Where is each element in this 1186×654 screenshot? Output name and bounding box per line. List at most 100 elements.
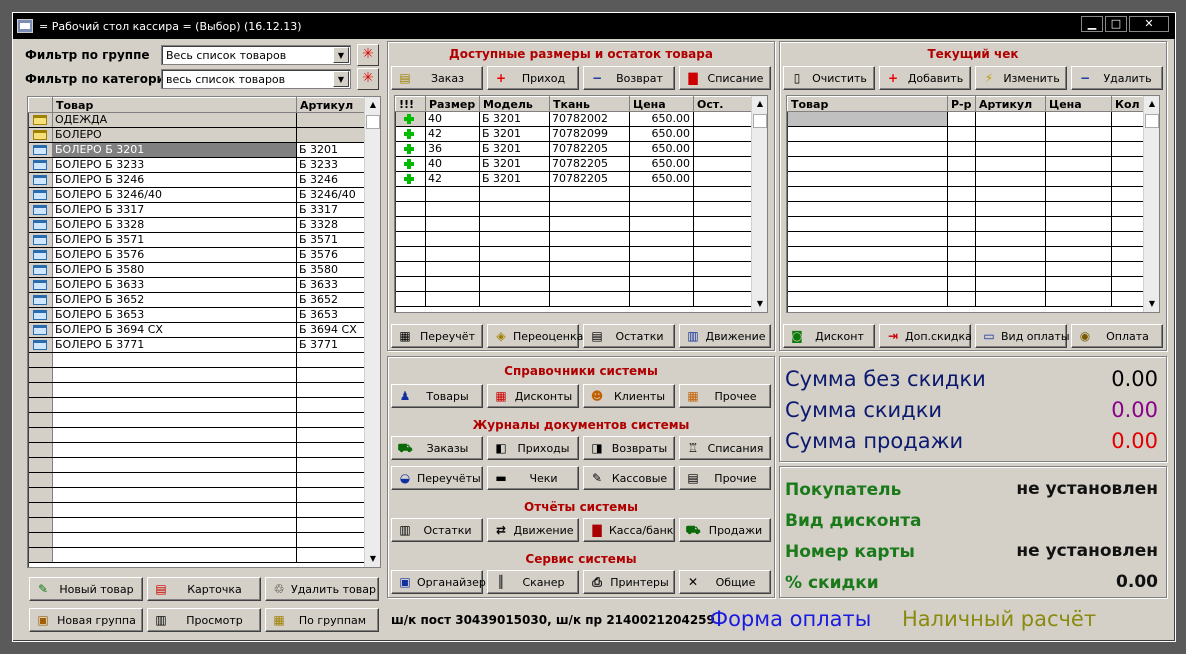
goods-article-cell[interactable] (296, 127, 367, 143)
size-size-cell[interactable] (425, 216, 480, 232)
size-size-cell[interactable]: 42 (425, 126, 480, 142)
goods-ref-button[interactable]: ♟ Товары (391, 384, 483, 408)
size-price-cell[interactable] (629, 261, 694, 277)
receipt-cell[interactable] (1111, 126, 1146, 142)
table-row[interactable]: БОЛЕРО Б 3771 Б 3771 (28, 337, 367, 353)
goods-name-cell[interactable]: БОЛЕРО Б 3633 (52, 277, 297, 293)
table-row[interactable] (28, 352, 367, 368)
scroll-thumb[interactable] (753, 114, 767, 128)
table-row[interactable] (787, 111, 1146, 127)
goods-name-cell[interactable] (52, 502, 297, 518)
size-fabric-cell[interactable] (549, 186, 630, 202)
size-rest-cell[interactable] (693, 216, 754, 232)
goods-name-cell[interactable] (52, 352, 297, 368)
size-size-cell[interactable]: 40 (425, 111, 480, 127)
receipt-item-header[interactable]: Товар (787, 96, 948, 112)
receipt-qty-header[interactable]: Кол (1111, 96, 1146, 112)
receipt-cell[interactable] (975, 171, 1046, 187)
receipt-cell[interactable] (1111, 201, 1146, 217)
table-row[interactable]: БОЛЕРО Б 3571 Б 3571 (28, 232, 367, 248)
receipt-cell[interactable] (787, 216, 948, 232)
goods-article-cell[interactable]: Б 3633 (296, 277, 367, 293)
scroll-down-icon[interactable]: ▼ (365, 551, 380, 567)
size-fabric-cell[interactable] (549, 261, 630, 277)
table-row[interactable] (395, 216, 754, 232)
size-rest-cell[interactable] (693, 111, 754, 127)
receipt-cell[interactable] (975, 141, 1046, 157)
goods-name-cell[interactable] (52, 547, 297, 563)
close-button[interactable]: ✕ (1129, 16, 1169, 32)
new-item-button[interactable]: ✎ Новый товар (29, 577, 143, 601)
table-row[interactable] (787, 231, 1146, 247)
goods-article-cell[interactable] (296, 517, 367, 533)
goods-article-cell[interactable]: Б 3694 СХ (296, 322, 367, 338)
receipt-cell[interactable] (787, 171, 948, 187)
receipt-cell[interactable] (787, 126, 948, 142)
rest-header[interactable]: Ост. (693, 96, 754, 112)
size-size-cell[interactable]: 36 (425, 141, 480, 157)
group-filter-select[interactable]: Весь список товаров ▼ (161, 45, 351, 65)
returns-journal-button[interactable]: ◨ Возвраты (583, 436, 675, 460)
table-row[interactable] (787, 276, 1146, 292)
goods-name-cell[interactable]: БОЛЕРО Б 3653 (52, 307, 297, 323)
writeoff-button[interactable]: ▇ Списание (679, 66, 771, 90)
cashbank-report-button[interactable]: ▇ Касса/банк (583, 518, 675, 542)
table-row[interactable]: 40 Б 3201 70782205 650.00 (395, 156, 754, 172)
receipt-cell[interactable] (1045, 201, 1112, 217)
receipt-cell[interactable] (947, 171, 976, 187)
size-model-cell[interactable] (479, 276, 550, 292)
writeoffs-journal-button[interactable]: ♖ Списания (679, 436, 771, 460)
goods-article-cell[interactable] (296, 427, 367, 443)
goods-article-cell[interactable] (296, 532, 367, 548)
goods-name-cell[interactable]: БОЛЕРО Б 3571 (52, 232, 297, 248)
receipt-cell[interactable] (787, 246, 948, 262)
goods-article-cell[interactable]: Б 3246 (296, 172, 367, 188)
scanner-button[interactable]: ║ Сканер (487, 570, 579, 594)
scroll-up-icon[interactable]: ▲ (1144, 96, 1159, 112)
goods-article-cell[interactable] (296, 547, 367, 563)
receipt-cell[interactable] (947, 216, 976, 232)
size-fabric-cell[interactable] (549, 201, 630, 217)
fabric-header[interactable]: Ткань (549, 96, 630, 112)
goods-article-cell[interactable] (296, 442, 367, 458)
table-row[interactable] (787, 156, 1146, 172)
size-price-cell[interactable] (629, 291, 694, 307)
incomes-journal-button[interactable]: ◧ Приходы (487, 436, 579, 460)
receipt-cell[interactable] (947, 261, 976, 277)
size-size-cell[interactable] (425, 231, 480, 247)
receipt-cell[interactable] (975, 276, 1046, 292)
scroll-down-icon[interactable]: ▼ (1144, 296, 1159, 312)
size-price-cell[interactable] (629, 201, 694, 217)
receipt-cell[interactable] (975, 231, 1046, 247)
stock-report-button[interactable]: ▥ Остатки (391, 518, 483, 542)
receipt-cell[interactable] (947, 201, 976, 217)
receipt-cell[interactable] (975, 111, 1046, 127)
view-button[interactable]: ▥ Просмотр (147, 608, 261, 632)
receipt-cell[interactable] (1045, 126, 1112, 142)
size-price-cell[interactable]: 650.00 (629, 156, 694, 172)
table-row[interactable] (395, 231, 754, 247)
receipt-cell[interactable] (787, 156, 948, 172)
table-row[interactable] (28, 487, 367, 503)
table-row[interactable]: БОЛЕРО Б 3317 Б 3317 (28, 202, 367, 218)
recount-button[interactable]: ▦ Переучёт (391, 324, 483, 348)
table-row[interactable]: 40 Б 3201 70782002 650.00 (395, 111, 754, 127)
size-price-cell[interactable]: 650.00 (629, 126, 694, 142)
receipt-cell[interactable] (787, 111, 948, 127)
goods-article-cell[interactable]: Б 3246/40 (296, 187, 367, 203)
goods-article-cell[interactable] (296, 367, 367, 383)
goods-name-header[interactable]: Товар (52, 97, 297, 113)
receipt-cell[interactable] (1111, 291, 1146, 307)
size-rest-cell[interactable] (693, 156, 754, 172)
table-row[interactable] (787, 171, 1146, 187)
size-rest-cell[interactable] (693, 171, 754, 187)
size-rest-cell[interactable] (693, 231, 754, 247)
size-fabric-cell[interactable]: 70782099 (549, 126, 630, 142)
receipt-cell[interactable] (787, 231, 948, 247)
goods-name-cell[interactable]: БОЛЕРО Б 3246/40 (52, 187, 297, 203)
size-price-cell[interactable] (629, 216, 694, 232)
size-fabric-cell[interactable] (549, 216, 630, 232)
receipt-cell[interactable] (787, 141, 948, 157)
receipt-cell[interactable] (1045, 216, 1112, 232)
receipt-cell[interactable] (947, 186, 976, 202)
